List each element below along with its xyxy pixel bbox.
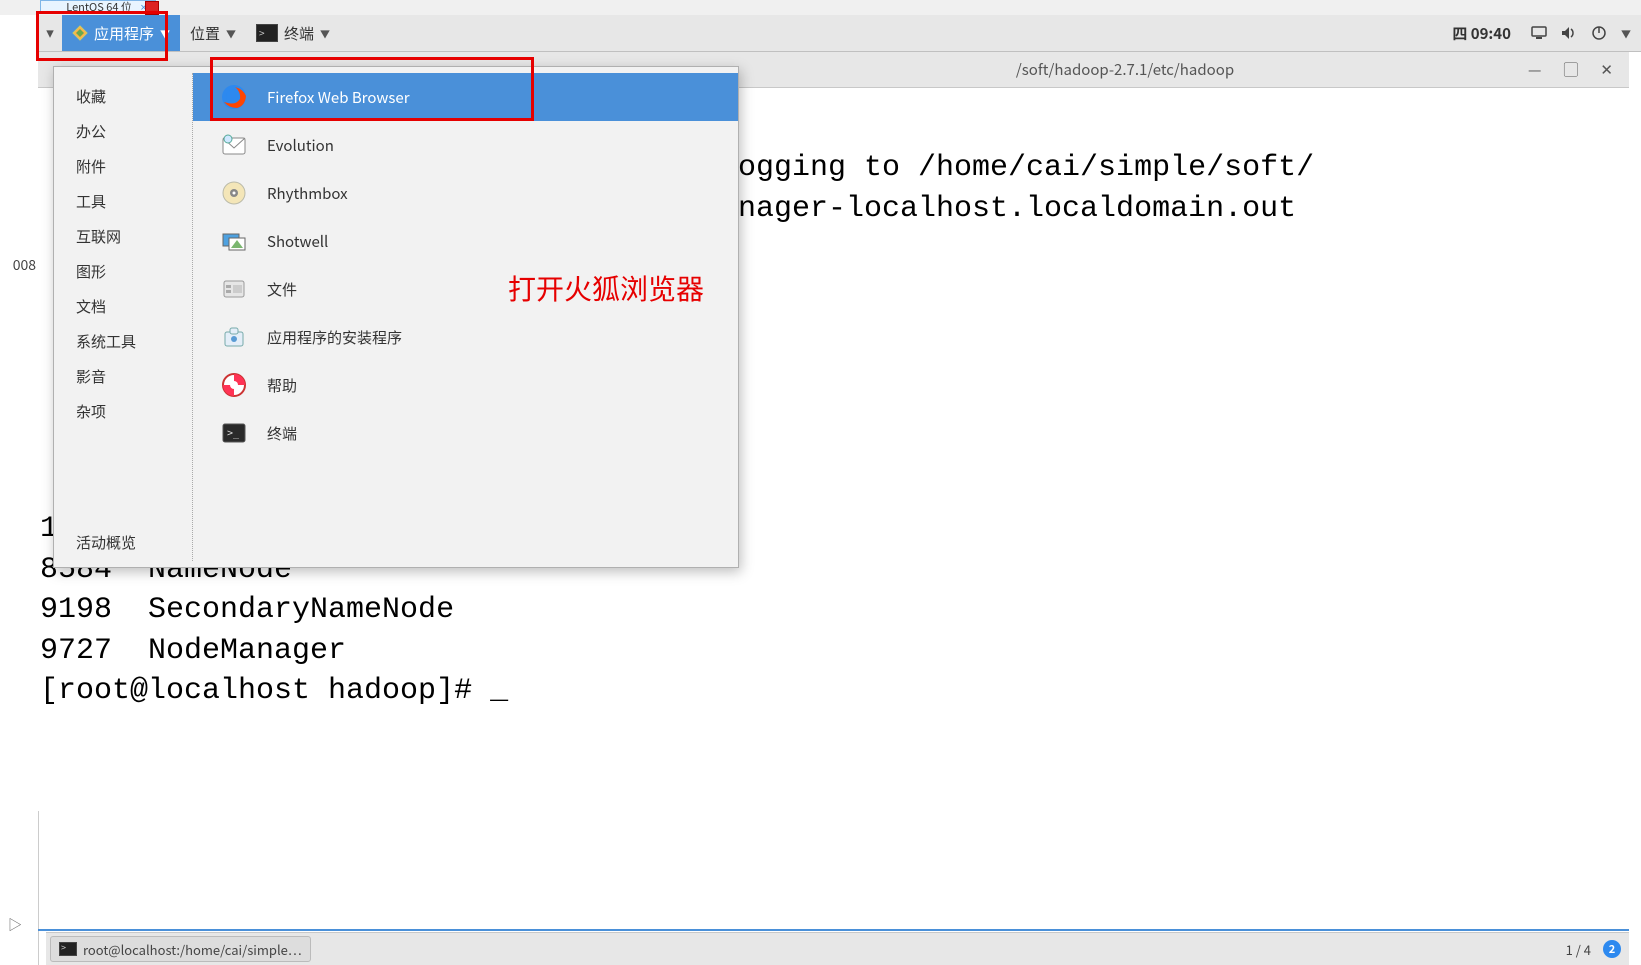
power-icon[interactable] xyxy=(1591,25,1607,41)
window-maximize-icon[interactable]: ▢ xyxy=(1563,59,1578,80)
app-item-label: Evolution xyxy=(267,135,334,156)
terminal-line: nager-localhost.localdomain.out xyxy=(738,189,1629,230)
terminal-icon xyxy=(59,942,77,956)
places-menu-button[interactable]: 位置 ▼ xyxy=(180,15,246,51)
app-category-item[interactable]: 杂项 xyxy=(54,394,192,429)
running-app-indicator[interactable]: 终端 ▼ xyxy=(246,15,340,51)
workspace-pager[interactable]: 1 / 4 xyxy=(1554,940,1603,959)
terminal-line: ogging to /home/cai/simple/soft/ xyxy=(738,148,1629,189)
terminal-line: 9198 SecondaryNameNode xyxy=(38,590,1629,631)
vm-icon xyxy=(145,1,159,15)
annotation-text: 打开火狐浏览器 xyxy=(508,268,704,308)
applications-label: 应用程序 xyxy=(94,23,154,44)
volume-icon[interactable] xyxy=(1561,26,1577,40)
vm-tab[interactable]: LentOS 64 位 × xyxy=(40,0,156,14)
files-icon xyxy=(221,276,247,302)
window-close-icon[interactable]: ✕ xyxy=(1600,59,1613,80)
caret-down-icon: ▼ xyxy=(1621,26,1631,41)
host-expand-icon[interactable]: ▷ xyxy=(8,915,22,935)
app-item-label: Firefox Web Browser xyxy=(267,87,410,108)
app-item-terminal[interactable]: >_ 终端 xyxy=(193,409,738,457)
app-category-item[interactable]: 文档 xyxy=(54,289,192,324)
app-item-label: 帮助 xyxy=(267,375,297,396)
app-item-label: 文件 xyxy=(267,279,297,300)
rhythmbox-icon xyxy=(221,180,247,206)
applications-menu: 收藏 办公 附件 工具 互联网 图形 文档 系统工具 影音 杂项 活动概览 Fi… xyxy=(53,66,739,568)
app-item-firefox[interactable]: Firefox Web Browser xyxy=(193,73,738,121)
terminal-line: 9727 NodeManager xyxy=(38,631,1629,672)
software-installer-icon xyxy=(221,324,247,350)
applications-menu-button[interactable]: 应用程序 ▼ xyxy=(62,15,180,51)
firefox-icon xyxy=(221,84,247,110)
app-category-item[interactable]: 互联网 xyxy=(54,219,192,254)
terminal-title-text: /soft/hadoop-2.7.1/etc/hadoop xyxy=(738,59,1512,80)
app-list: Firefox Web Browser Evolution Rhythmbox … xyxy=(193,67,738,567)
app-item-label: 应用程序的安装程序 xyxy=(267,327,402,348)
app-item-evolution[interactable]: Evolution xyxy=(193,121,738,169)
app-item-software-installer[interactable]: 应用程序的安装程序 xyxy=(193,313,738,361)
taskbar-item-terminal[interactable]: root@localhost:/home/cai/simple… xyxy=(50,936,311,962)
notification-badge[interactable]: 2 xyxy=(1603,940,1621,958)
host-lineno-label: 008 xyxy=(0,255,36,275)
terminal-icon: >_ xyxy=(221,420,247,446)
app-category-item[interactable]: 办公 xyxy=(54,114,192,149)
system-tray[interactable]: ▼ xyxy=(1521,25,1641,41)
app-item-shotwell[interactable]: Shotwell xyxy=(193,217,738,265)
taskbar-item-label: root@localhost:/home/cai/simple… xyxy=(83,940,302,959)
app-item-rhythmbox[interactable]: Rhythmbox xyxy=(193,169,738,217)
app-category-item[interactable]: 系统工具 xyxy=(54,324,192,359)
activities-overview-button[interactable]: 活动概览 xyxy=(54,522,192,567)
terminal-line: [root@localhost hadoop]# _ xyxy=(38,671,1629,712)
host-left-strip: 008 ▷ xyxy=(0,15,39,965)
app-category-item[interactable]: 图形 xyxy=(54,254,192,289)
app-category-item[interactable]: 附件 xyxy=(54,149,192,184)
gnome-window-list: root@localhost:/home/cai/simple… 1 / 4 2 xyxy=(46,932,1629,965)
window-minimize-icon[interactable]: — xyxy=(1528,59,1541,80)
selection-rule xyxy=(38,929,1629,931)
evolution-icon xyxy=(221,132,247,158)
app-category-item[interactable]: 影音 xyxy=(54,359,192,394)
shotwell-icon xyxy=(221,228,247,254)
app-item-label: 终端 xyxy=(267,423,297,444)
caret-down-icon: ▼ xyxy=(226,26,236,41)
app-item-help[interactable]: 帮助 xyxy=(193,361,738,409)
help-icon xyxy=(221,372,247,398)
running-app-label: 终端 xyxy=(284,23,314,44)
clock-label[interactable]: 四 09:40 xyxy=(1442,23,1521,44)
app-category-item[interactable]: 收藏 xyxy=(54,79,192,114)
places-label: 位置 xyxy=(190,23,220,44)
gnome-top-bar: ▾ 应用程序 ▼ 位置 ▼ 终端 ▼ 四 09:40 ▼ xyxy=(38,15,1641,52)
app-category-list: 收藏 办公 附件 工具 互联网 图形 文档 系统工具 影音 杂项 活动概览 xyxy=(54,67,192,567)
caret-down-icon: ▼ xyxy=(160,26,170,41)
host-dropdown-icon[interactable]: ▾ xyxy=(38,15,62,51)
vm-tab-label: LentOS 64 位 xyxy=(66,0,132,15)
app-item-label: Rhythmbox xyxy=(267,183,348,204)
display-icon[interactable] xyxy=(1531,26,1547,40)
app-item-label: Shotwell xyxy=(267,231,328,252)
caret-down-icon: ▼ xyxy=(320,26,330,41)
svg-text:>_: >_ xyxy=(227,428,240,439)
app-category-item[interactable]: 工具 xyxy=(54,184,192,219)
applications-icon xyxy=(72,25,88,41)
host-tabstrip: LentOS 64 位 × xyxy=(0,0,1641,16)
terminal-icon xyxy=(256,24,278,42)
